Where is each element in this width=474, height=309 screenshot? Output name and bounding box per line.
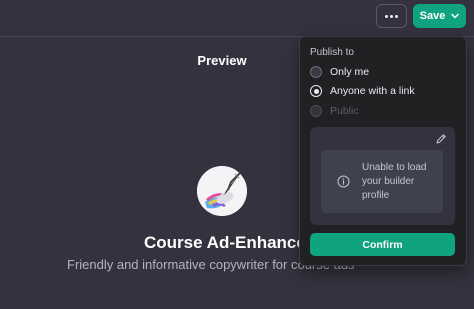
radio-anyone-with-link[interactable]: Anyone with a link [310,85,415,97]
radio-public: Public [310,105,359,117]
gpt-avatar [197,166,247,216]
info-icon [337,175,350,188]
radio-button-disabled [310,105,322,117]
radio-only-me[interactable]: Only me [310,66,369,78]
top-bar: Save [0,0,474,37]
builder-profile-card: Unable to load your builder profile [310,127,455,225]
radio-label: Public [330,105,359,117]
gpt-name: Course Ad-Enhancer [144,233,313,252]
profile-error-message: Unable to load your builder profile [321,150,443,213]
ellipsis-icon [385,14,388,18]
radio-button-selected[interactable] [310,85,322,97]
confirm-button[interactable]: Confirm [310,233,455,256]
save-button-label: Save [419,10,446,22]
publish-dropdown: Publish to Only me Anyone with a link Pu… [299,36,467,266]
chevron-down-icon [451,13,460,19]
save-button[interactable]: Save [413,4,466,28]
more-options-button[interactable] [376,4,407,28]
profile-error-text: Unable to load your builder profile [362,161,427,201]
publish-to-heading: Publish to [310,47,354,58]
quill-pen-image [197,166,247,216]
radio-label: Anyone with a link [330,85,415,97]
radio-label: Only me [330,66,370,78]
pencil-icon[interactable] [435,133,447,145]
preview-title: Preview [197,53,247,68]
radio-button[interactable] [310,66,322,78]
